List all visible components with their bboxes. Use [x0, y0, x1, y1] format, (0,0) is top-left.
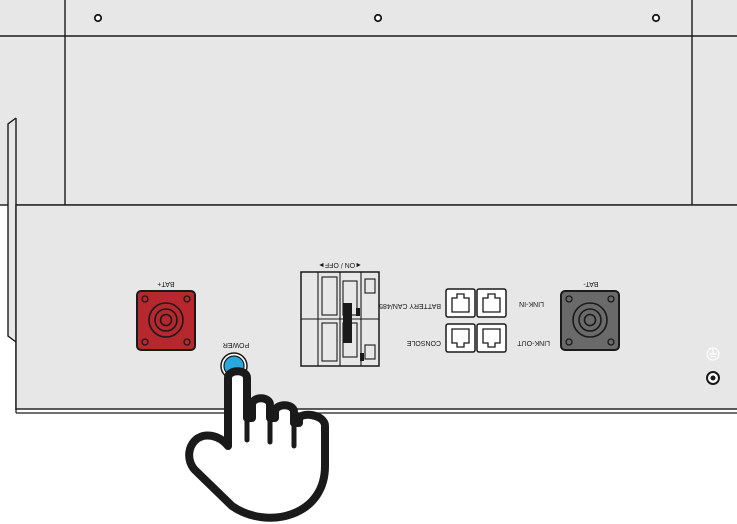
bat-minus-terminal: BAT-: [560, 280, 620, 351]
screw-icon: [373, 13, 383, 23]
side-bracket: [7, 117, 17, 410]
port-link-in[interactable]: [476, 288, 507, 318]
battery-can-label: BATTERY CAN/485: [379, 302, 441, 309]
upper-housing: [0, 0, 737, 206]
link-in-label: LINK-IN: [519, 300, 544, 307]
on-off-label: ◄ON / OFF►: [318, 261, 362, 268]
bat-minus-label: BAT-: [583, 280, 599, 287]
battery-rear-panel-diagram: BAT+ ◄ON / OFF► BATTERY CAN/485 CONSOLE …: [0, 0, 737, 522]
ground-stud: [706, 371, 720, 385]
screw-icon: [651, 13, 661, 23]
screw-icon: [93, 13, 103, 23]
console-label: CONSOLE: [406, 339, 441, 346]
bat-plus-label: BAT+: [157, 280, 174, 287]
bat-plus-terminal: BAT+: [136, 280, 196, 351]
power-label: POWER: [223, 341, 249, 348]
port-console[interactable]: [445, 323, 476, 353]
breaker-switch[interactable]: ◄ON / OFF►: [300, 261, 380, 367]
port-link-out[interactable]: [476, 323, 507, 353]
port-battery-can[interactable]: [445, 288, 476, 318]
link-out-label: LINK-OUT: [517, 339, 550, 346]
